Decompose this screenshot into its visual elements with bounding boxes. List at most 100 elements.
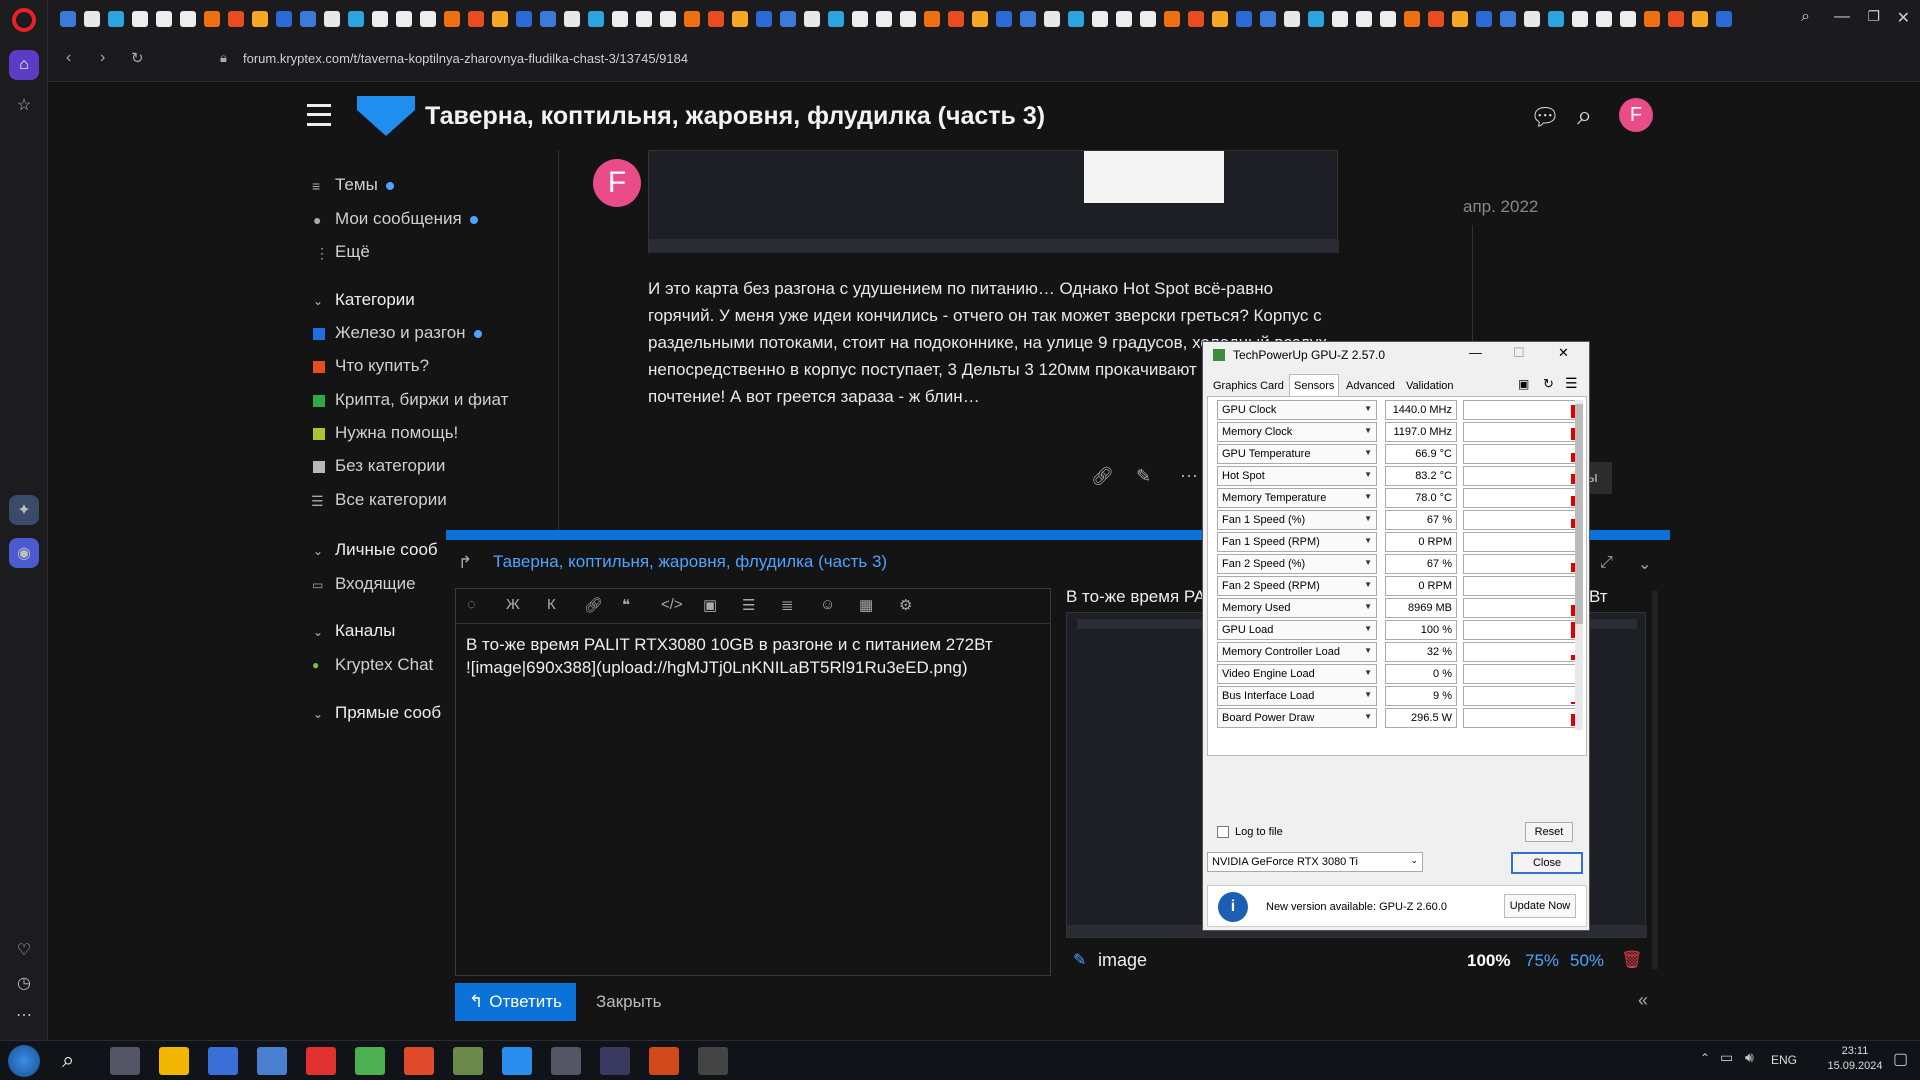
taskbar-app-icon[interactable] — [306, 1047, 336, 1075]
tab-favicon-icon[interactable] — [732, 11, 748, 27]
sensor-name[interactable]: Bus Interface Load — [1217, 686, 1377, 706]
taskbar-app-icon[interactable] — [404, 1047, 434, 1075]
tab-favicon-icon[interactable] — [1044, 11, 1060, 27]
link-icon[interactable]: 🔗︎ — [1091, 466, 1114, 487]
menu-icon[interactable]: ☰ — [1565, 375, 1578, 392]
tab-favicon-icon[interactable] — [1644, 11, 1660, 27]
tab-favicon-icon[interactable] — [420, 11, 436, 27]
preview-scrollbar[interactable] — [1652, 590, 1658, 970]
tab-favicon-icon[interactable] — [1020, 11, 1036, 27]
chevron-down-icon[interactable]: ⌄ — [313, 625, 323, 639]
calendar-icon[interactable]: ▦ — [859, 596, 873, 614]
tab-favicon-icon[interactable] — [660, 11, 676, 27]
tab-favicon-icon[interactable] — [1620, 11, 1636, 27]
quote-icon[interactable]: ❝ — [622, 596, 630, 614]
chevron-down-icon[interactable]: ⌄ — [313, 707, 323, 721]
tab-favicon-icon[interactable] — [852, 11, 868, 27]
back-icon[interactable]: ‹ — [66, 49, 71, 67]
taskbar-app-icon[interactable] — [551, 1047, 581, 1075]
more-actions-icon[interactable]: ⋯ — [1180, 466, 1198, 487]
tab-favicon-icon[interactable] — [132, 11, 148, 27]
sensor-name[interactable]: Fan 2 Speed (%) — [1217, 554, 1377, 574]
refresh-icon[interactable]: ↻ — [1543, 376, 1554, 392]
timeline-date[interactable]: апр. 2022 — [1463, 197, 1538, 217]
tab-favicon-icon[interactable] — [1140, 11, 1156, 27]
camera-icon[interactable]: ▣ — [1518, 377, 1529, 391]
sensor-name[interactable]: GPU Clock — [1217, 400, 1377, 420]
sensor-name[interactable]: Memory Used — [1217, 598, 1377, 618]
tab-favicon-icon[interactable] — [564, 11, 580, 27]
edit-icon[interactable]: ✎ — [1136, 466, 1151, 487]
tab-favicon-icon[interactable] — [996, 11, 1012, 27]
emoji-icon[interactable]: ☺ — [820, 596, 835, 613]
reload-icon[interactable]: ↻ — [131, 49, 144, 67]
tab-favicon-icon[interactable] — [876, 11, 892, 27]
start-button[interactable] — [8, 1045, 40, 1077]
tab-favicon-icon[interactable] — [516, 11, 532, 27]
sensor-name[interactable]: Hot Spot — [1217, 466, 1377, 486]
tab-favicon-icon[interactable] — [1404, 11, 1420, 27]
maximize-icon[interactable]: ❐ — [1867, 8, 1880, 25]
tab-favicon-icon[interactable] — [1356, 11, 1372, 27]
category-what-to-buy[interactable]: Что купить? — [335, 356, 429, 376]
reply-button[interactable]: ↰ Ответить — [455, 983, 576, 1021]
forward-icon[interactable]: › — [100, 49, 105, 67]
opera-logo-icon[interactable] — [12, 8, 36, 32]
tab-favicon-icon[interactable] — [1476, 11, 1492, 27]
sensor-name[interactable]: Memory Temperature — [1217, 488, 1377, 508]
category-crypto[interactable]: Крипта, биржи и фиат — [335, 390, 508, 410]
sensor-name[interactable]: GPU Temperature — [1217, 444, 1377, 464]
taskbar-app-icon[interactable] — [600, 1047, 630, 1075]
gpuz-tab-validation[interactable]: Validation — [1406, 380, 1454, 392]
close-composer-button[interactable]: Закрыть — [596, 992, 661, 1012]
taskbar-app-icon[interactable] — [208, 1047, 238, 1075]
gpuz-close-icon[interactable]: ✕ — [1558, 345, 1569, 361]
fullscreen-icon[interactable]: ⤢ — [1600, 554, 1613, 572]
chevron-down-icon[interactable]: ⌄ — [313, 544, 323, 558]
tab-favicon-icon[interactable] — [228, 11, 244, 27]
gpuz-tab-sensors[interactable]: Sensors — [1289, 374, 1339, 396]
tab-favicon-icon[interactable] — [1116, 11, 1132, 27]
direct-messages-heading[interactable]: Прямые сооб — [335, 703, 441, 723]
search-icon[interactable]: ⌕ — [1577, 100, 1592, 132]
taskbar-app-icon[interactable] — [698, 1047, 728, 1075]
sidebar-item-more[interactable]: Ещё — [335, 242, 370, 262]
tray-chevron-icon[interactable]: ⌃ — [1700, 1051, 1710, 1065]
gpuz-window[interactable]: TechPowerUp GPU-Z 2.57.0 — ☐ ✕ Graphics … — [1202, 341, 1590, 931]
tab-favicon-icon[interactable] — [1572, 11, 1588, 27]
tab-favicon-icon[interactable] — [684, 11, 700, 27]
tab-favicon-icon[interactable] — [708, 11, 724, 27]
tab-favicon-icon[interactable] — [60, 11, 76, 27]
bold-button[interactable]: Ж — [506, 596, 520, 613]
sensor-name[interactable]: Fan 2 Speed (RPM) — [1217, 576, 1377, 596]
tab-favicon-icon[interactable] — [636, 11, 652, 27]
search-icon[interactable]: ⌕ — [62, 1047, 74, 1073]
tab-favicon-icon[interactable] — [804, 11, 820, 27]
history-icon[interactable]: ◷ — [9, 968, 39, 998]
gpuz-tab-advanced[interactable]: Advanced — [1346, 380, 1395, 392]
tab-favicon-icon[interactable] — [300, 11, 316, 27]
tab-favicon-icon[interactable] — [1428, 11, 1444, 27]
clock[interactable]: 23:11 15.09.2024 — [1825, 1045, 1885, 1072]
tab-favicon-icon[interactable] — [1596, 11, 1612, 27]
tab-favicon-icon[interactable] — [108, 11, 124, 27]
numbered-list-icon[interactable]: ≣ — [781, 596, 794, 614]
taskbar-app-icon[interactable] — [159, 1047, 189, 1075]
editor-text[interactable]: В то-же время PALIT RTX3080 10GB в разго… — [466, 633, 1036, 679]
tab-favicon-icon[interactable] — [1548, 11, 1564, 27]
tab-favicon-icon[interactable] — [1500, 11, 1516, 27]
page-title[interactable]: Таверна, коптильня, жаровня, флудилка (ч… — [425, 102, 1045, 131]
tab-favicon-icon[interactable] — [1380, 11, 1396, 27]
sidebar-item-topics[interactable]: Темы — [335, 175, 394, 195]
avatar[interactable]: F — [1619, 98, 1653, 132]
sensor-name[interactable]: Video Engine Load — [1217, 664, 1377, 684]
tab-favicon-icon[interactable] — [372, 11, 388, 27]
tab-favicon-icon[interactable] — [1164, 11, 1180, 27]
tab-favicon-icon[interactable] — [900, 11, 916, 27]
italic-button[interactable]: К — [547, 596, 556, 613]
tab-favicon-icon[interactable] — [1212, 11, 1228, 27]
sensor-name[interactable]: GPU Load — [1217, 620, 1377, 640]
zoom-50[interactable]: 50% — [1570, 951, 1604, 971]
gpuz-minimize-icon[interactable]: — — [1469, 345, 1482, 360]
tab-favicon-icon[interactable] — [1260, 11, 1276, 27]
